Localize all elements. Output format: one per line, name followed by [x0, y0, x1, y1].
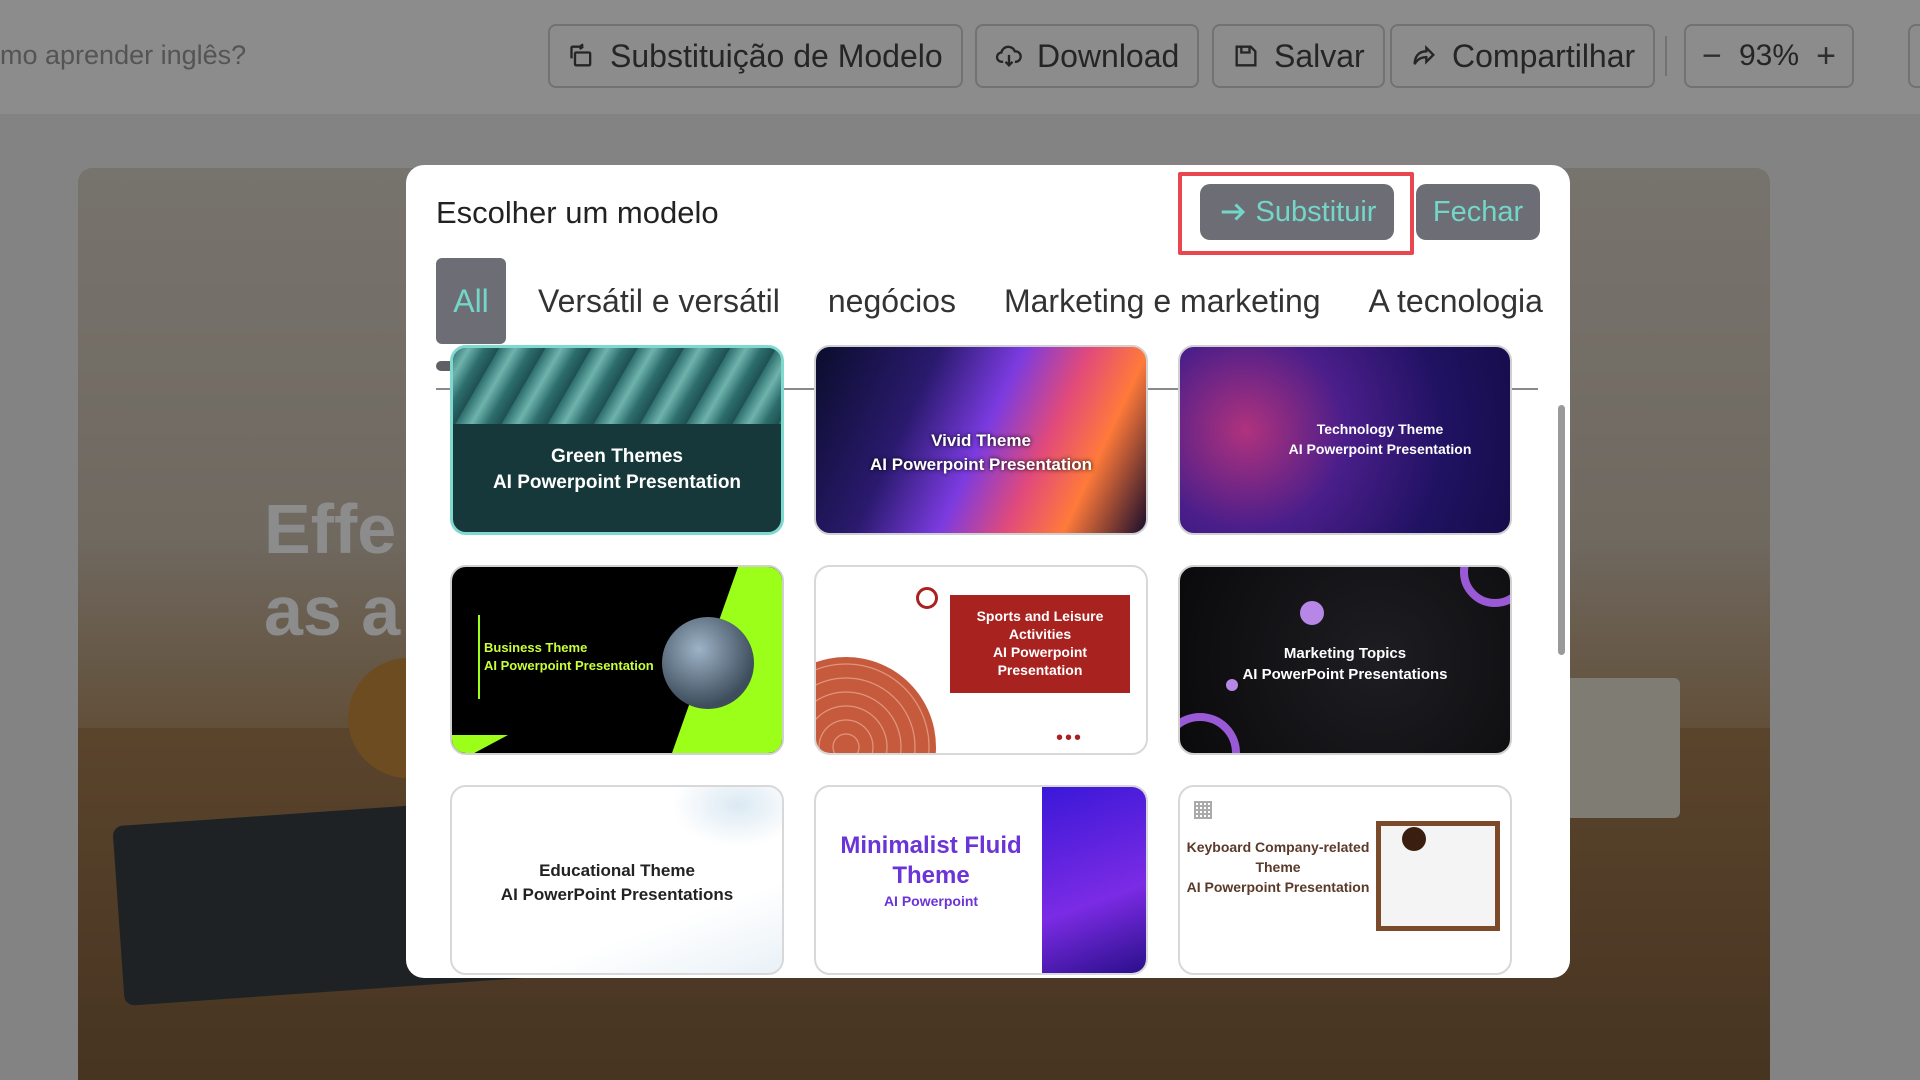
template-subtitle: AI Powerpoint Presentation	[992, 644, 1088, 678]
template-dot-shape	[1300, 601, 1324, 625]
tab-all[interactable]: All	[436, 258, 506, 344]
template-card-marketing[interactable]: Marketing Topics AI PowerPoint Presentat…	[1178, 565, 1512, 755]
grid-icon	[1194, 801, 1212, 819]
template-name: Green Themes	[551, 446, 683, 467]
template-card-business[interactable]: Business Theme AI Powerpoint Presentatio…	[450, 565, 784, 755]
template-card-title: Green Themes AI Powerpoint Presentation	[453, 444, 781, 496]
template-photo	[662, 617, 754, 709]
templates-scrollbar[interactable]	[1558, 405, 1565, 655]
template-photo-frame	[1376, 821, 1500, 931]
template-name: Minimalist Fluid Theme	[840, 832, 1022, 889]
template-card-technology[interactable]: Technology Theme AI Powerpoint Presentat…	[1178, 345, 1512, 535]
template-card-title: Marketing Topics AI PowerPoint Presentat…	[1180, 643, 1510, 685]
template-cloud-art	[672, 787, 782, 847]
template-card-title: Technology Theme AI Powerpoint Presentat…	[1270, 419, 1490, 459]
template-card-title: Vivid Theme AI Powerpoint Presentation	[816, 429, 1146, 477]
template-name: Business Theme	[484, 640, 588, 655]
template-name: Keyboard Company-related Theme	[1186, 839, 1370, 875]
template-ring-shape	[1180, 713, 1240, 753]
tab-technology[interactable]: A tecnologia	[1369, 283, 1543, 320]
template-card-keyboard[interactable]: Keyboard Company-related Theme AI Powerp…	[1178, 785, 1512, 975]
template-card-minimalist[interactable]: Minimalist Fluid Theme AI Powerpoint	[814, 785, 1148, 975]
template-subtitle: AI Powerpoint Presentation	[870, 455, 1092, 474]
template-accent-bar	[478, 615, 480, 699]
coffee-cup-image	[1402, 827, 1426, 851]
template-subtitle: AI Powerpoint Presentation	[484, 658, 654, 673]
dots-decoration: •••	[1056, 727, 1084, 749]
template-card-sports[interactable]: Sports and Leisure Activities AI Powerpo…	[814, 565, 1148, 755]
arrow-right-icon	[1221, 203, 1245, 221]
template-subtitle: AI Powerpoint	[883, 893, 979, 909]
template-card-educational[interactable]: Educational Theme AI PowerPoint Presenta…	[450, 785, 784, 975]
template-card-title: Business Theme AI Powerpoint Presentatio…	[484, 639, 654, 675]
template-name: Technology Theme	[1316, 421, 1444, 437]
template-name: Marketing Topics	[1283, 645, 1407, 662]
replace-label: Substituir	[1255, 195, 1377, 228]
dialog-title: Escolher um modelo	[436, 195, 719, 230]
template-thumbnail-art	[453, 348, 781, 424]
template-subtitle: AI PowerPoint Presentations	[1242, 666, 1448, 683]
replace-button[interactable]: Substituir	[1200, 184, 1394, 240]
template-name: Vivid Theme	[931, 431, 1031, 450]
close-button[interactable]: Fechar	[1416, 184, 1540, 240]
template-accent-shape	[452, 735, 508, 753]
medal-icon	[916, 587, 938, 609]
tab-business[interactable]: negócios	[828, 283, 956, 320]
template-name: Sports and Leisure Activities	[976, 608, 1104, 642]
template-purple-art	[1042, 787, 1146, 973]
template-subtitle: AI Powerpoint Presentation	[1186, 879, 1370, 895]
template-card-green[interactable]: Green Themes AI Powerpoint Presentation	[450, 345, 784, 535]
template-subtitle: AI Powerpoint Presentation	[1288, 441, 1472, 457]
category-tabs: All Versátil e versátil negócios Marketi…	[436, 257, 1543, 345]
tab-marketing[interactable]: Marketing e marketing	[1004, 283, 1321, 320]
template-ring-shape	[1460, 567, 1510, 607]
template-card-vivid[interactable]: Vivid Theme AI Powerpoint Presentation	[814, 345, 1148, 535]
template-track-image	[816, 657, 936, 753]
template-card-title: Educational Theme AI PowerPoint Presenta…	[452, 859, 782, 907]
template-subtitle: AI Powerpoint Presentation	[492, 472, 742, 493]
template-subtitle: AI PowerPoint Presentations	[500, 885, 734, 904]
template-name: Educational Theme	[539, 861, 695, 880]
template-chooser-dialog: Escolher um modelo Substituir Fechar All…	[406, 165, 1570, 978]
template-card-title: Keyboard Company-related Theme AI Powerp…	[1180, 837, 1376, 897]
tab-versatile[interactable]: Versátil e versátil	[538, 283, 780, 320]
template-card-title: Sports and Leisure Activities AI Powerpo…	[950, 607, 1130, 679]
